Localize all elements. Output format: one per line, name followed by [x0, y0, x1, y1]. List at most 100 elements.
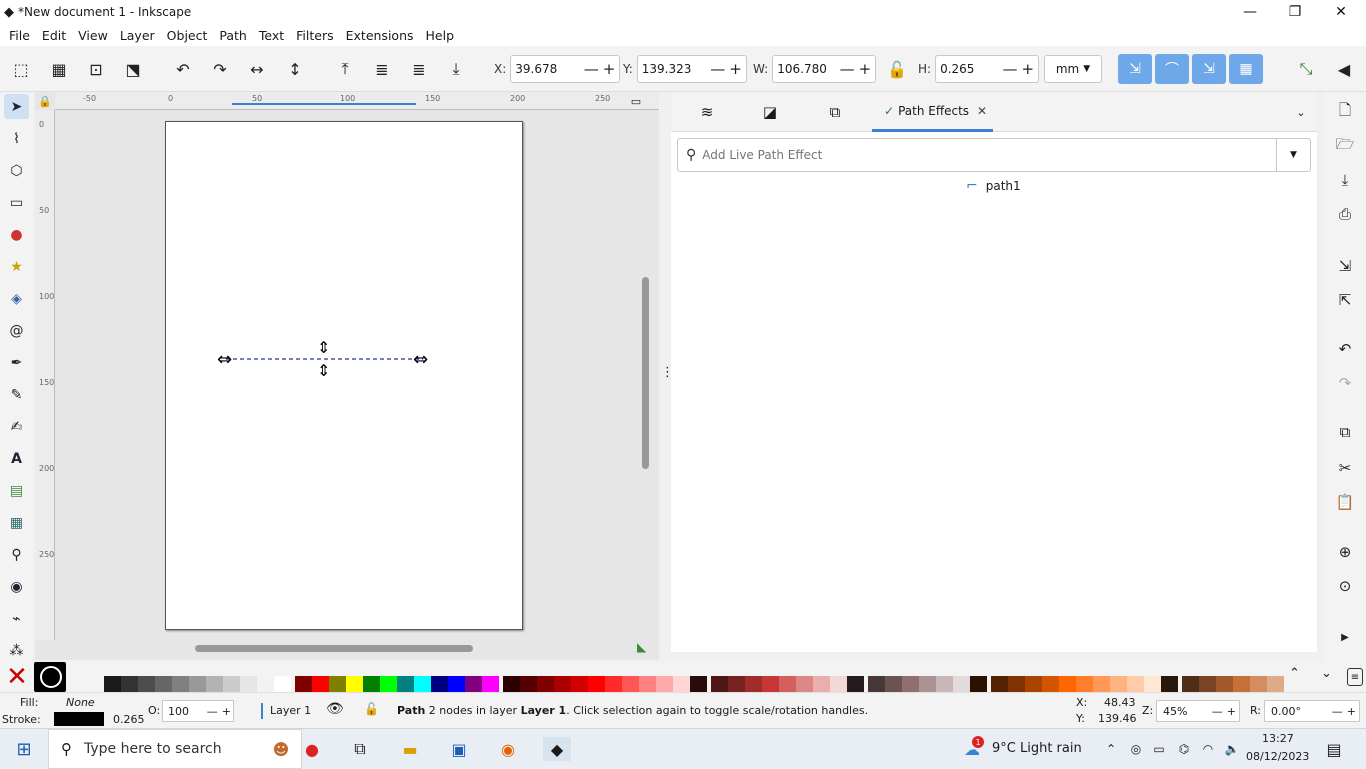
layers-tab-icon[interactable]: ≋: [695, 102, 719, 122]
tray-expand-icon[interactable]: ⌃: [1097, 737, 1125, 761]
color-swatch[interactable]: [902, 676, 919, 692]
document-page[interactable]: ⇔ ⇔ ⇕ ⇕: [165, 121, 523, 630]
color-swatch[interactable]: [465, 676, 482, 692]
open-document-icon[interactable]: 🗁: [1333, 134, 1357, 158]
menu-layer[interactable]: Layer: [114, 28, 161, 43]
w-decrement-button[interactable]: —: [840, 60, 855, 78]
move-gradients-toggle[interactable]: ⇲: [1192, 54, 1226, 84]
color-swatch[interactable]: [919, 676, 936, 692]
lock-guides-icon[interactable]: 🔒: [35, 92, 55, 110]
color-swatch[interactable]: [1233, 676, 1250, 692]
zoom-value[interactable]: 45%: [1163, 705, 1212, 718]
opacity-value[interactable]: 100: [168, 705, 207, 718]
star-tool-icon[interactable]: ★: [4, 254, 29, 279]
color-swatch[interactable]: [571, 676, 588, 692]
minimize-button[interactable]: —: [1227, 0, 1273, 24]
zoom-field[interactable]: 45% — +: [1156, 700, 1240, 722]
zoom-drawing-icon[interactable]: ⊙: [1333, 574, 1357, 598]
close-button[interactable]: ✕: [1318, 0, 1364, 24]
color-swatch[interactable]: [189, 676, 206, 692]
snap-toggle-icon[interactable]: ⤡: [1293, 56, 1319, 82]
node-tool-icon[interactable]: ⌇: [4, 126, 29, 151]
color-swatch[interactable]: [104, 676, 121, 692]
color-swatch[interactable]: [779, 676, 796, 692]
vertical-scrollbar[interactable]: [642, 277, 649, 469]
color-swatch[interactable]: [380, 676, 397, 692]
new-document-icon[interactable]: 🗋: [1333, 100, 1357, 124]
color-swatch[interactable]: [240, 676, 257, 692]
color-swatch[interactable]: [1161, 676, 1178, 692]
color-swatch[interactable]: [554, 676, 571, 692]
raise-icon[interactable]: ≣: [369, 56, 395, 82]
import-icon[interactable]: ⇲: [1333, 254, 1357, 278]
zoom-selection-icon[interactable]: ⊕: [1333, 540, 1357, 564]
scale-corners-toggle[interactable]: ⌒: [1155, 54, 1189, 84]
color-swatch[interactable]: [711, 676, 728, 692]
color-swatch[interactable]: [482, 676, 499, 692]
menu-file[interactable]: File: [3, 28, 36, 43]
flip-vertical-icon[interactable]: ↕: [282, 56, 308, 82]
h-decrement-button[interactable]: —: [1003, 60, 1018, 78]
color-swatch[interactable]: [1025, 676, 1042, 692]
object-props-tab-icon[interactable]: ⧉: [823, 102, 847, 122]
rotation-plus[interactable]: +: [1347, 705, 1356, 718]
expand-icon[interactable]: ▶: [1333, 625, 1357, 649]
tab-path-effects[interactable]: ✓ Path Effects ✕: [872, 92, 993, 132]
rectangle-tool-icon[interactable]: ▭: [4, 190, 29, 215]
rotation-field[interactable]: 0.00° — +: [1264, 700, 1360, 722]
text-tool-icon[interactable]: A: [4, 446, 29, 471]
menu-text[interactable]: Text: [253, 28, 290, 43]
stroke-width[interactable]: 0.265: [113, 713, 145, 726]
effect-target-item[interactable]: ⌐ path1: [966, 178, 1021, 194]
color-swatch[interactable]: [1127, 676, 1144, 692]
clock-date[interactable]: 08/12/2023: [1246, 750, 1309, 763]
color-swatch[interactable]: [690, 676, 707, 692]
menu-extensions[interactable]: Extensions: [340, 28, 420, 43]
color-swatch[interactable]: [639, 676, 656, 692]
stroke-swatch[interactable]: [54, 712, 104, 726]
color-swatch[interactable]: [1182, 676, 1199, 692]
color-swatch[interactable]: [520, 676, 537, 692]
menu-view[interactable]: View: [72, 28, 114, 43]
y-increment-button[interactable]: +: [729, 60, 742, 78]
color-swatch[interactable]: [953, 676, 970, 692]
color-swatch[interactable]: [1199, 676, 1216, 692]
color-swatch[interactable]: [936, 676, 953, 692]
selector-tool-icon[interactable]: ➤: [4, 94, 29, 119]
dropdown-icon[interactable]: ▼: [1276, 139, 1310, 171]
fill-stroke-tab-icon[interactable]: ◪: [758, 102, 782, 122]
palette-menu-icon[interactable]: ≡: [1347, 668, 1363, 686]
redo-icon[interactable]: ↷: [1333, 371, 1357, 395]
palette-up-icon[interactable]: ⌃: [1289, 666, 1300, 681]
layer-visibility-icon[interactable]: 👁: [326, 701, 344, 717]
pen-tool-icon[interactable]: ✒: [4, 350, 29, 375]
opacity-minus[interactable]: —: [207, 705, 218, 718]
undo-icon[interactable]: ↶: [1333, 337, 1357, 361]
rotation-value[interactable]: 0.00°: [1271, 705, 1332, 718]
color-manage-icon[interactable]: ◣: [637, 640, 655, 656]
move-patterns-toggle[interactable]: ▦: [1229, 54, 1263, 84]
rotate-ccw-icon[interactable]: ↶: [170, 56, 196, 82]
paint-bucket-icon[interactable]: ◉: [4, 574, 29, 599]
color-swatch[interactable]: [673, 676, 690, 692]
weather-text[interactable]: 9°C Light rain: [992, 741, 1082, 756]
color-swatch[interactable]: [346, 676, 363, 692]
color-swatch[interactable]: [1008, 676, 1025, 692]
color-swatch[interactable]: [1093, 676, 1110, 692]
color-swatch[interactable]: [728, 676, 745, 692]
flip-horizontal-icon[interactable]: ↔: [244, 56, 270, 82]
gradient-tool-icon[interactable]: ▤: [4, 478, 29, 503]
mesh-tool-icon[interactable]: ▦: [4, 510, 29, 535]
color-swatch[interactable]: [813, 676, 830, 692]
opacity-field[interactable]: 100 — +: [162, 700, 234, 722]
color-swatch[interactable]: [970, 676, 987, 692]
color-swatch[interactable]: [847, 676, 864, 692]
layer-lock-icon[interactable]: 🔓: [364, 702, 379, 716]
select-all-layers-icon[interactable]: ▦: [46, 56, 72, 82]
fill-value[interactable]: None: [66, 696, 95, 709]
zoom-minus[interactable]: —: [1212, 705, 1223, 718]
h-input[interactable]: 0.265: [940, 62, 998, 76]
store-icon[interactable]: ▣: [445, 737, 473, 761]
tweak-tool-icon[interactable]: ⌁: [4, 606, 29, 631]
color-swatch[interactable]: [155, 676, 172, 692]
